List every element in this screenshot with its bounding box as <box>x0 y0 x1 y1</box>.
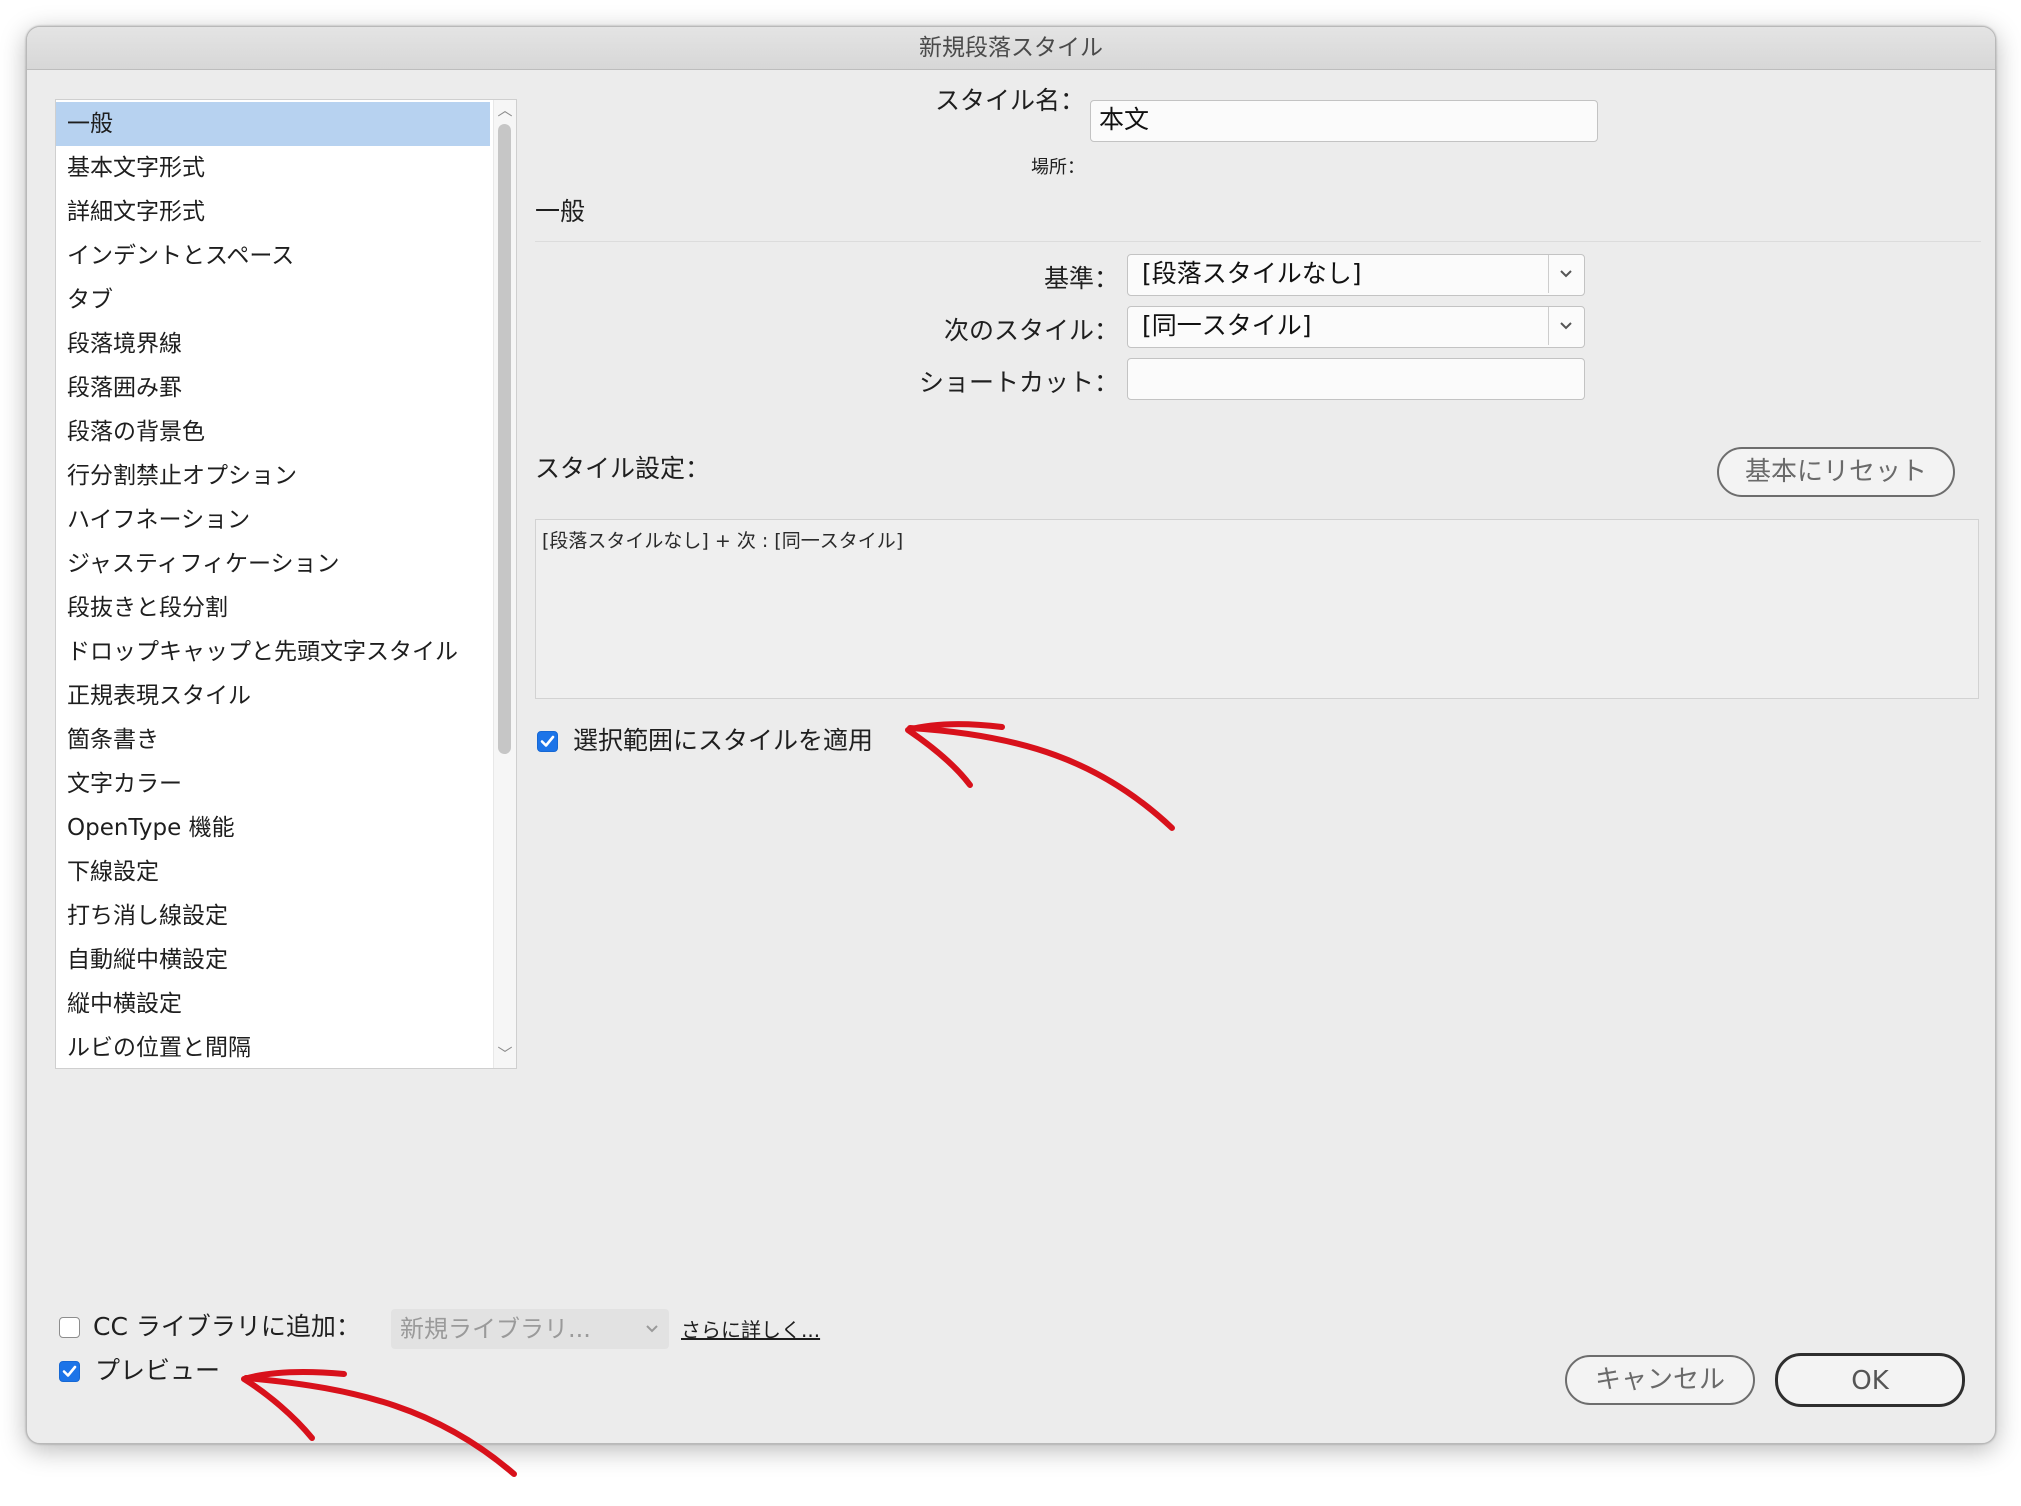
scroll-down-arrow-icon[interactable]: ﹀ <box>497 1046 513 1062</box>
sidebar-item[interactable]: 段抜きと段分割 <box>56 586 490 630</box>
scrollbar-thumb[interactable] <box>498 124 511 754</box>
next-style-label: 次のスタイル： <box>943 316 1119 345</box>
sidebar-item[interactable]: 詳細文字形式 <box>56 190 490 234</box>
sidebar-item[interactable]: 打ち消し線設定 <box>56 894 490 938</box>
checkmark-icon <box>540 735 555 747</box>
library-select: 新規ライブラリ... <box>391 1309 669 1349</box>
category-list[interactable]: 一般 基本文字形式 詳細文字形式 インデントとスペース タブ 段落境界線 段落囲み罫 段落の背… <box>55 99 517 1069</box>
sidebar-item[interactable]: 段落境界線 <box>56 322 490 366</box>
sidebar-item[interactable]: ドロップキャップと先頭文字スタイル <box>56 630 490 674</box>
sidebar-item[interactable]: 段落の背景色 <box>56 410 490 454</box>
style-name-field[interactable]: 本文 <box>1090 100 1598 142</box>
sidebar-item[interactable]: ジャスティフィケーション <box>56 542 490 586</box>
sidebar-item[interactable]: 文字カラー <box>56 762 490 806</box>
select-divider <box>1548 255 1549 293</box>
chevron-down-icon <box>645 1309 661 1349</box>
sidebar-item[interactable]: ルビの位置と間隔 <box>56 1026 490 1068</box>
shortcut-field[interactable] <box>1127 358 1585 400</box>
chevron-down-icon <box>1557 307 1575 345</box>
section-title: 一般 <box>535 197 586 226</box>
sidebar-item[interactable]: 縦中横設定 <box>56 982 490 1026</box>
apply-to-selection-checkbox[interactable] <box>537 731 558 752</box>
sidebar-item[interactable]: 行分割禁止オプション <box>56 454 490 498</box>
cancel-button[interactable]: キャンセル <box>1565 1355 1755 1405</box>
library-select-value: 新規ライブラリ... <box>400 1315 591 1343</box>
cc-library-label[interactable]: CC ライブラリに追加： <box>93 1307 361 1347</box>
based-on-value: [段落スタイルなし] <box>1142 259 1362 288</box>
sidebar-item[interactable]: 基本文字形式 <box>56 146 490 190</box>
ok-button[interactable]: OK <box>1775 1353 1965 1407</box>
based-on-select[interactable]: [段落スタイルなし] <box>1127 254 1585 296</box>
sidebar-item[interactable]: 箇条書き <box>56 718 490 762</box>
scroll-up-arrow-icon[interactable]: ︿ <box>497 102 513 118</box>
select-divider <box>1548 307 1549 345</box>
reset-to-base-button[interactable]: 基本にリセット <box>1717 447 1955 497</box>
style-name-label: スタイル名： <box>934 86 1085 115</box>
section-divider <box>535 241 1981 242</box>
style-name-value: 本文 <box>1099 105 1150 134</box>
next-style-value: [同一スタイル] <box>1142 311 1312 340</box>
preview-checkbox[interactable] <box>59 1361 80 1382</box>
style-settings-text: [段落スタイルなし] + 次 : [同一スタイル] <box>542 530 904 552</box>
checkmark-icon <box>62 1365 77 1377</box>
sidebar-item[interactable]: タブ <box>56 278 490 322</box>
sidebar-item[interactable]: OpenType 機能 <box>56 806 490 850</box>
sidebar-item[interactable]: 正規表現スタイル <box>56 674 490 718</box>
sidebar-item[interactable]: 一般 <box>56 102 490 146</box>
location-label: 場所： <box>1031 157 1085 178</box>
learn-more-link[interactable]: さらに詳しく... <box>681 1313 820 1347</box>
style-settings-box: [段落スタイルなし] + 次 : [同一スタイル] <box>535 519 1979 699</box>
shortcut-label: ショートカット： <box>918 368 1119 397</box>
dialog-title: 新規段落スタイル <box>27 27 1995 70</box>
sidebar-item[interactable]: ハイフネーション <box>56 498 490 542</box>
cc-library-checkbox[interactable] <box>59 1317 80 1338</box>
sidebar-scrollbar[interactable]: ︿ ﹀ <box>493 100 516 1068</box>
dialog-window: 新規段落スタイル 一般 基本文字形式 詳細文字形式 インデントとスペース タブ 段落境界線… <box>26 26 1996 1444</box>
sidebar-item[interactable]: 下線設定 <box>56 850 490 894</box>
sidebar-item[interactable]: インデントとスペース <box>56 234 490 278</box>
style-settings-label: スタイル設定： <box>535 454 711 483</box>
sidebar-item[interactable]: 段落囲み罫 <box>56 366 490 410</box>
chevron-down-icon <box>1557 255 1575 293</box>
based-on-label: 基準： <box>1043 264 1119 293</box>
preview-label[interactable]: プレビュー <box>95 1353 220 1389</box>
next-style-select[interactable]: [同一スタイル] <box>1127 306 1585 348</box>
sidebar-item[interactable]: 自動縦中横設定 <box>56 938 490 982</box>
apply-to-selection-label[interactable]: 選択範囲にスタイルを適用 <box>573 723 873 759</box>
